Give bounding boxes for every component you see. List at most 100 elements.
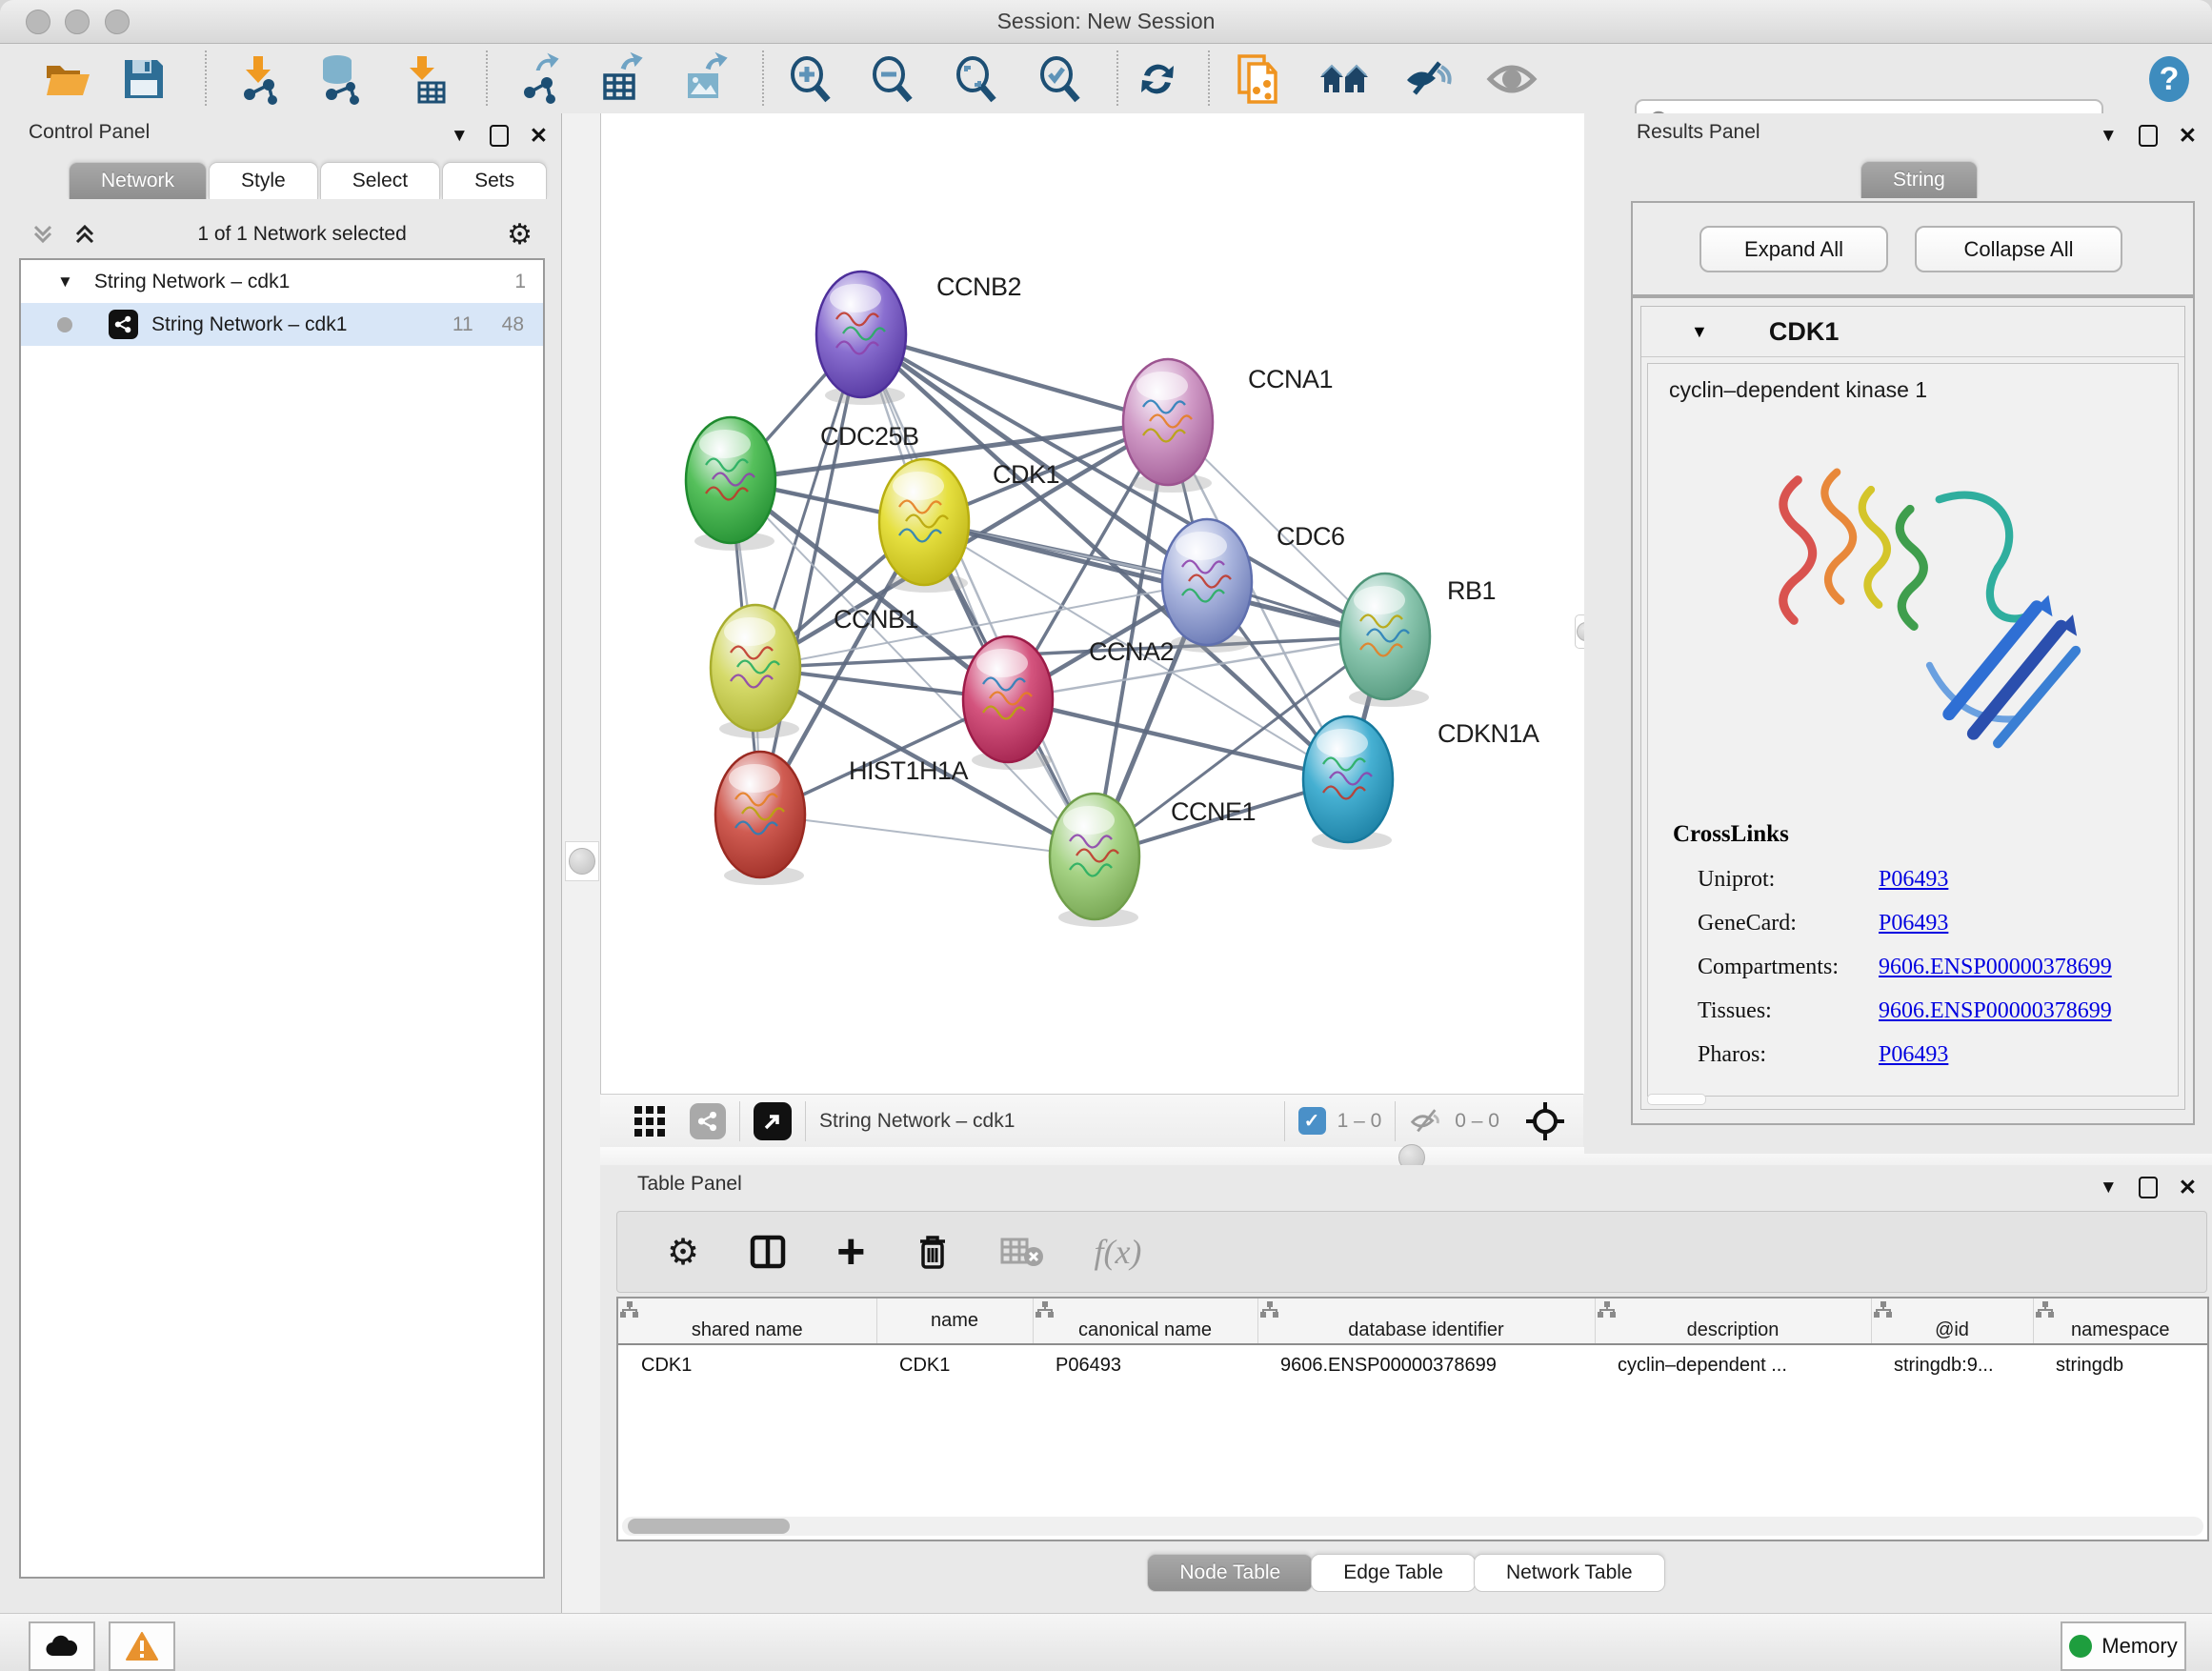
- table-hscroll-thumb[interactable]: [628, 1519, 790, 1534]
- crosslink-link[interactable]: P06493: [1879, 911, 1948, 936]
- zoom-out-button[interactable]: [865, 51, 920, 107]
- import-network-from-file-button[interactable]: [231, 51, 287, 107]
- network-node-CDK1[interactable]: [879, 459, 969, 593]
- column-header-sharedname[interactable]: shared name: [618, 1299, 876, 1344]
- network-edge[interactable]: [760, 815, 1095, 856]
- network-collection-row[interactable]: ▼ String Network – cdk1 1: [21, 260, 543, 303]
- warnings-button[interactable]: [109, 1621, 175, 1671]
- control-tab-style[interactable]: Style: [209, 162, 318, 199]
- zoom-fit-button[interactable]: [949, 51, 1004, 107]
- network-node-HIST1H1A[interactable]: [715, 752, 805, 885]
- column-header-namespace[interactable]: namespace: [2033, 1299, 2207, 1344]
- birdseye-crosshair-icon[interactable]: [1524, 1100, 1566, 1142]
- column-header-name[interactable]: name: [876, 1299, 1033, 1344]
- save-session-button[interactable]: [116, 51, 171, 107]
- network-node-RB1[interactable]: [1340, 574, 1430, 707]
- results-hscroll-thumb[interactable]: [1647, 1094, 1706, 1105]
- grid-view-icon[interactable]: [631, 1102, 669, 1140]
- tree-expander-icon[interactable]: ▼: [57, 272, 73, 292]
- table-row[interactable]: CDK1CDK1P064939606.ENSP00000378699cyclin…: [618, 1344, 2207, 1385]
- panel-close-icon[interactable]: ✕: [2179, 123, 2197, 149]
- results-tab-string[interactable]: String: [1860, 161, 1978, 198]
- import-network-from-database-button[interactable]: [312, 51, 368, 107]
- network-edge[interactable]: [1008, 699, 1348, 779]
- network-node-CCNB2[interactable]: [816, 272, 906, 405]
- first-neighbors-button[interactable]: [1317, 51, 1372, 107]
- protein-section-header[interactable]: ▼ CDK1: [1641, 307, 2184, 357]
- tab-edge-table[interactable]: Edge Table: [1311, 1554, 1476, 1592]
- delete-column-trash-icon[interactable]: [915, 1232, 951, 1272]
- network-node-CDKN1A[interactable]: [1303, 716, 1393, 850]
- expand-all-button[interactable]: Expand All: [1699, 226, 1888, 272]
- detach-view-icon[interactable]: [754, 1102, 792, 1140]
- table-cell[interactable]: CDK1: [876, 1344, 1033, 1385]
- column-header-databaseidentifier[interactable]: database identifier: [1257, 1299, 1595, 1344]
- function-builder-icon[interactable]: f(x): [1094, 1232, 1141, 1272]
- vertical-splitter[interactable]: [562, 113, 600, 1613]
- selected-checkbox-icon[interactable]: ✓: [1298, 1107, 1326, 1135]
- table-cell[interactable]: CDK1: [618, 1344, 876, 1385]
- table-hscrollbar[interactable]: [622, 1517, 2203, 1536]
- network-share-icon[interactable]: [690, 1103, 726, 1139]
- zoom-in-button[interactable]: [783, 51, 838, 107]
- zoom-selected-button[interactable]: [1033, 51, 1088, 107]
- crosslink-link[interactable]: 9606.ENSP00000378699: [1879, 955, 2112, 980]
- panel-close-icon[interactable]: ✕: [2179, 1175, 2197, 1200]
- panel-float-icon[interactable]: [490, 125, 509, 147]
- tab-network-table[interactable]: Network Table: [1474, 1554, 1665, 1592]
- panel-float-icon[interactable]: [2139, 1177, 2158, 1198]
- network-node-CDC6[interactable]: [1162, 519, 1252, 653]
- preview-eye-button[interactable]: [1484, 51, 1539, 107]
- import-table-from-file-button[interactable]: [398, 51, 453, 107]
- expand-all-chevrons-icon[interactable]: [72, 222, 97, 247]
- column-header-canonicalname[interactable]: canonical name: [1033, 1299, 1257, 1344]
- export-network-button[interactable]: [513, 51, 568, 107]
- export-image-button[interactable]: [678, 51, 734, 107]
- cloud-status-button[interactable]: [29, 1621, 95, 1671]
- network-options-gear-icon[interactable]: ⚙: [507, 218, 533, 252]
- show-columns-icon[interactable]: [749, 1233, 787, 1271]
- open-session-button[interactable]: [40, 51, 95, 107]
- export-table-button[interactable]: [595, 51, 651, 107]
- panel-close-icon[interactable]: ✕: [530, 123, 548, 149]
- memory-button[interactable]: Memory: [2061, 1621, 2186, 1671]
- help-button[interactable]: ?: [2142, 51, 2197, 107]
- panel-menu-caret-icon[interactable]: ▼: [2100, 126, 2118, 147]
- crosslink-link[interactable]: P06493: [1879, 867, 1948, 893]
- hidden-eye-slash-icon[interactable]: [1409, 1106, 1445, 1137]
- collapse-all-button[interactable]: Collapse All: [1915, 226, 2122, 272]
- table-cell[interactable]: cyclin–dependent ...: [1595, 1344, 1871, 1385]
- column-header-id[interactable]: @id: [1871, 1299, 2033, 1344]
- crosslink-link[interactable]: 9606.ENSP00000378699: [1879, 998, 2112, 1024]
- table-settings-gear-icon[interactable]: ⚙: [667, 1231, 699, 1274]
- network-node-CCNB1[interactable]: [711, 605, 800, 738]
- network-canvas[interactable]: CCNB2CCNA1CDC25BCDK1CDC6RB1CCNB1CCNA2CDK…: [600, 113, 1584, 1094]
- network-edge[interactable]: [760, 334, 861, 815]
- splitter-knob[interactable]: [569, 848, 595, 875]
- delete-table-icon[interactable]: [1000, 1236, 1044, 1268]
- network-node-CCNA1[interactable]: [1123, 359, 1213, 493]
- tab-node-table[interactable]: Node Table: [1147, 1554, 1313, 1592]
- collapse-all-chevrons-icon[interactable]: [30, 222, 55, 247]
- control-tab-sets[interactable]: Sets: [442, 162, 547, 199]
- network-node-CCNE1[interactable]: [1050, 794, 1139, 927]
- network-node-CDC25B[interactable]: [686, 417, 775, 551]
- control-tab-select[interactable]: Select: [320, 162, 440, 199]
- refresh-button[interactable]: [1130, 51, 1185, 107]
- control-tab-network[interactable]: Network: [69, 162, 207, 199]
- column-header-description[interactable]: description: [1595, 1299, 1871, 1344]
- panel-menu-caret-icon[interactable]: ▼: [451, 126, 469, 147]
- results-panel-title: Results Panel: [1637, 121, 1760, 144]
- section-collapse-caret-icon[interactable]: ▼: [1691, 322, 1708, 342]
- table-cell[interactable]: stringdb: [2033, 1344, 2207, 1385]
- network-row[interactable]: String Network – cdk1 11 48: [21, 303, 543, 346]
- table-cell[interactable]: stringdb:9...: [1871, 1344, 2033, 1385]
- panel-float-icon[interactable]: [2139, 125, 2158, 147]
- graphics-details-button[interactable]: [1400, 51, 1456, 107]
- table-cell[interactable]: P06493: [1033, 1344, 1257, 1385]
- network-graph[interactable]: CCNB2CCNA1CDC25BCDK1CDC6RB1CCNB1CCNA2CDK…: [601, 113, 1584, 1094]
- panel-menu-caret-icon[interactable]: ▼: [2100, 1178, 2118, 1198]
- table-cell[interactable]: 9606.ENSP00000378699: [1257, 1344, 1595, 1385]
- copy-style-button[interactable]: [1231, 51, 1286, 107]
- crosslink-link[interactable]: P06493: [1879, 1042, 1948, 1068]
